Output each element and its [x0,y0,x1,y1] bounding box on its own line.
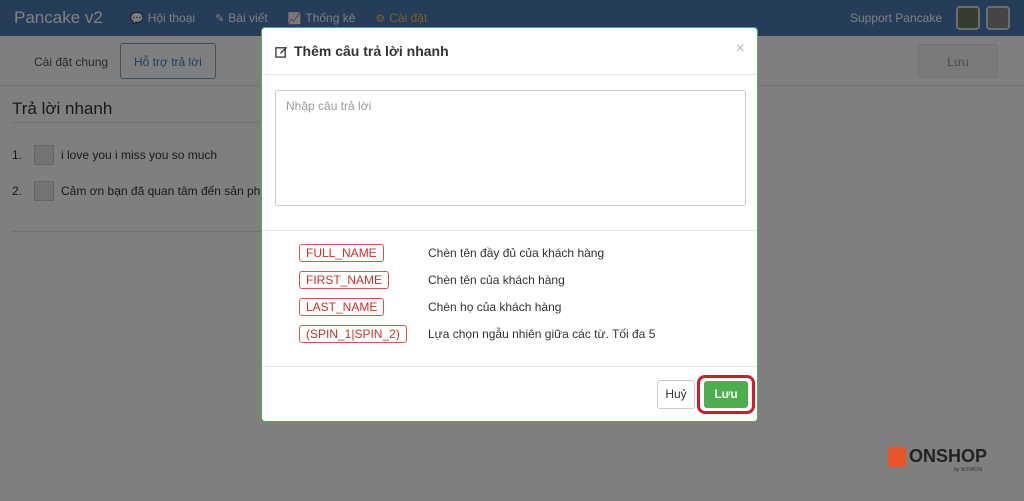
add-quick-reply-modal: Thêm câu trả lời nhanh × FULL_NAME Chèn … [261,27,758,422]
variable-row: FULL_NAME [299,244,384,262]
modal-header: Thêm câu trả lời nhanh [262,28,757,75]
variable-row: FIRST_NAME [299,271,390,289]
logo-text: ONSHOP [909,446,988,466]
variable-tag[interactable]: LAST_NAME [299,298,385,316]
variable-tag[interactable]: FULL_NAME [299,244,384,262]
variable-tag[interactable]: (SPIN_1|SPIN_2) [299,325,407,343]
variable-row: (SPIN_1|SPIN_2) [299,325,407,343]
shopping-bag-icon [888,446,906,467]
variable-tag[interactable]: FIRST_NAME [299,271,390,289]
divider [262,230,757,231]
close-icon[interactable]: × [736,40,745,58]
answer-input[interactable] [275,90,746,206]
highlight-box: Lưu [697,375,755,414]
modal-title: Thêm câu trả lời nhanh [294,43,449,59]
save-button[interactable]: Lưu [704,381,748,408]
cancel-button[interactable]: Huỷ [657,380,695,409]
variable-description: Lựa chọn ngẫu nhiên giữa các từ. Tối đa … [428,327,656,341]
onshop-logo: ONSHOP by NOVAON [888,446,988,473]
variable-description: Chèn tên của khách hàng [428,273,565,287]
variable-description: Chèn tên đầy đủ của khách hàng [428,246,605,260]
variable-description: Chèn họ của khách hàng [428,300,562,314]
variable-row: LAST_NAME [299,298,385,316]
edit-icon [275,46,288,58]
logo-subtext: by NOVAON [954,467,982,473]
divider [262,366,757,367]
